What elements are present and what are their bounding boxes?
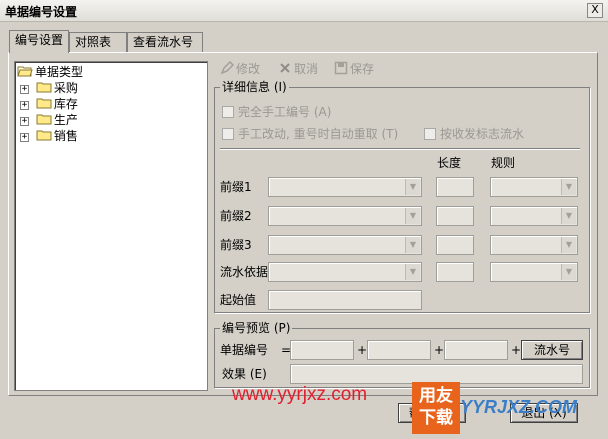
tree-item-label: 销售 (53, 129, 78, 143)
folder-icon (36, 82, 52, 93)
logo-top-text: 用友 (419, 386, 453, 406)
number-label: 单据编号 (220, 343, 269, 357)
window-title: 单据编号设置 (5, 5, 78, 19)
tree-item-label: 生产 (53, 113, 78, 127)
serial-basis-rule-select[interactable]: ▼ (490, 262, 578, 282)
plus-sign: + (434, 343, 445, 357)
chevron-down-icon[interactable]: ▼ (561, 237, 576, 253)
watermark-logo: 用友 下载 (412, 382, 460, 434)
chevron-down-icon[interactable]: ▼ (405, 264, 420, 280)
effect-label: 效果 (E) (222, 367, 267, 381)
length-header: 长度 (437, 156, 462, 170)
document-type-tree[interactable]: 单据类型 + 采购 + 库存 + 生产 + 销售 (14, 61, 208, 391)
prefix2-length-field[interactable] (436, 206, 474, 226)
cancel-x-icon (280, 63, 290, 73)
chevron-down-icon[interactable]: ▼ (405, 237, 420, 253)
prefix2-select[interactable]: ▼ (268, 206, 422, 226)
checkbox-box[interactable] (424, 128, 436, 140)
serial-basis-label: 流水依据 (220, 265, 269, 279)
chevron-down-icon[interactable]: ▼ (405, 179, 420, 195)
prefix3-length-field[interactable] (436, 235, 474, 255)
chevron-down-icon[interactable]: ▼ (561, 208, 576, 224)
preview-legend: 编号预览 (P) (220, 321, 293, 335)
start-value-field[interactable] (268, 290, 422, 310)
checkbox-box[interactable] (222, 106, 234, 118)
tree-root[interactable]: 单据类型 (17, 64, 83, 80)
title-bar: 单据编号设置 X (0, 0, 608, 22)
manual-change-label: 手工改动, 重号时自动重取 (T) (238, 127, 399, 141)
open-folder-icon (17, 66, 33, 77)
save-button[interactable]: 保存 (334, 60, 374, 78)
preview-part1-field (290, 340, 354, 360)
tree-root-label: 单据类型 (35, 65, 84, 79)
folder-icon (36, 130, 52, 141)
plus-sign: + (511, 343, 522, 357)
tree-item-label: 库存 (53, 97, 78, 111)
serial-basis-length-field[interactable] (436, 262, 474, 282)
prefix1-length-field[interactable] (436, 177, 474, 197)
serial-by-flag-checkbox[interactable]: 按收发标志流水 (424, 126, 524, 142)
details-legend: 详细信息 (I) (220, 80, 289, 94)
tree-item-production[interactable]: + 生产 (20, 112, 78, 128)
preview-part3-field (444, 340, 508, 360)
plus-sign: + (357, 343, 368, 357)
cancel-button[interactable]: 取消 (278, 60, 318, 78)
floppy-icon (334, 61, 348, 75)
manual-number-label: 完全手工编号 (A) (238, 105, 332, 119)
start-value-label: 起始值 (220, 293, 257, 307)
tab-mapping-table[interactable]: 对照表 (69, 32, 127, 52)
serial-basis-select[interactable]: ▼ (268, 262, 422, 282)
tree-item-sales[interactable]: + 销售 (20, 128, 78, 144)
prefix3-rule-select[interactable]: ▼ (490, 235, 578, 255)
prefix1-rule-select[interactable]: ▼ (490, 177, 578, 197)
prefix1-select[interactable]: ▼ (268, 177, 422, 197)
watermark-logo-text: YYRJXZ.COM (460, 397, 578, 417)
expand-icon[interactable]: + (20, 101, 29, 110)
chevron-down-icon[interactable]: ▼ (405, 208, 420, 224)
cancel-label: 取消 (294, 62, 319, 76)
serial-by-flag-label: 按收发标志流水 (440, 127, 525, 141)
prefix3-select[interactable]: ▼ (268, 235, 422, 255)
prefix2-rule-select[interactable]: ▼ (490, 206, 578, 226)
save-label: 保存 (350, 62, 375, 76)
expand-icon[interactable]: + (20, 85, 29, 94)
rule-header: 规则 (491, 156, 516, 170)
manual-number-checkbox[interactable]: 完全手工编号 (A) (222, 104, 331, 120)
divider (220, 148, 580, 150)
edit-icon (220, 61, 234, 75)
folder-icon (36, 114, 52, 125)
logo-bottom-text: 下载 (419, 408, 453, 428)
chevron-down-icon[interactable]: ▼ (561, 179, 576, 195)
preview-part2-field (367, 340, 431, 360)
prefix2-label: 前缀2 (220, 209, 252, 223)
prefix1-label: 前缀1 (220, 180, 252, 194)
tree-item-purchase[interactable]: + 采购 (20, 80, 78, 96)
effect-field (290, 364, 583, 384)
checkbox-box[interactable] (222, 128, 234, 140)
expand-icon[interactable]: + (20, 133, 29, 142)
manual-change-checkbox[interactable]: 手工改动, 重号时自动重取 (T) (222, 126, 398, 142)
tab-view-serial[interactable]: 查看流水号 (127, 32, 203, 52)
prefix3-label: 前缀3 (220, 238, 252, 252)
folder-icon (36, 98, 52, 109)
tree-item-label: 采购 (53, 81, 78, 95)
tree-item-inventory[interactable]: + 库存 (20, 96, 78, 112)
modify-button[interactable]: 修改 (220, 60, 260, 78)
expand-icon[interactable]: + (20, 117, 29, 126)
tab-number-settings[interactable]: 编号设置 (9, 30, 69, 53)
close-button[interactable]: X (587, 3, 603, 18)
chevron-down-icon[interactable]: ▼ (561, 264, 576, 280)
modify-label: 修改 (236, 62, 261, 76)
serial-number-button[interactable]: 流水号 (521, 340, 583, 360)
watermark-url: www.yyrjxz.com (232, 384, 368, 405)
